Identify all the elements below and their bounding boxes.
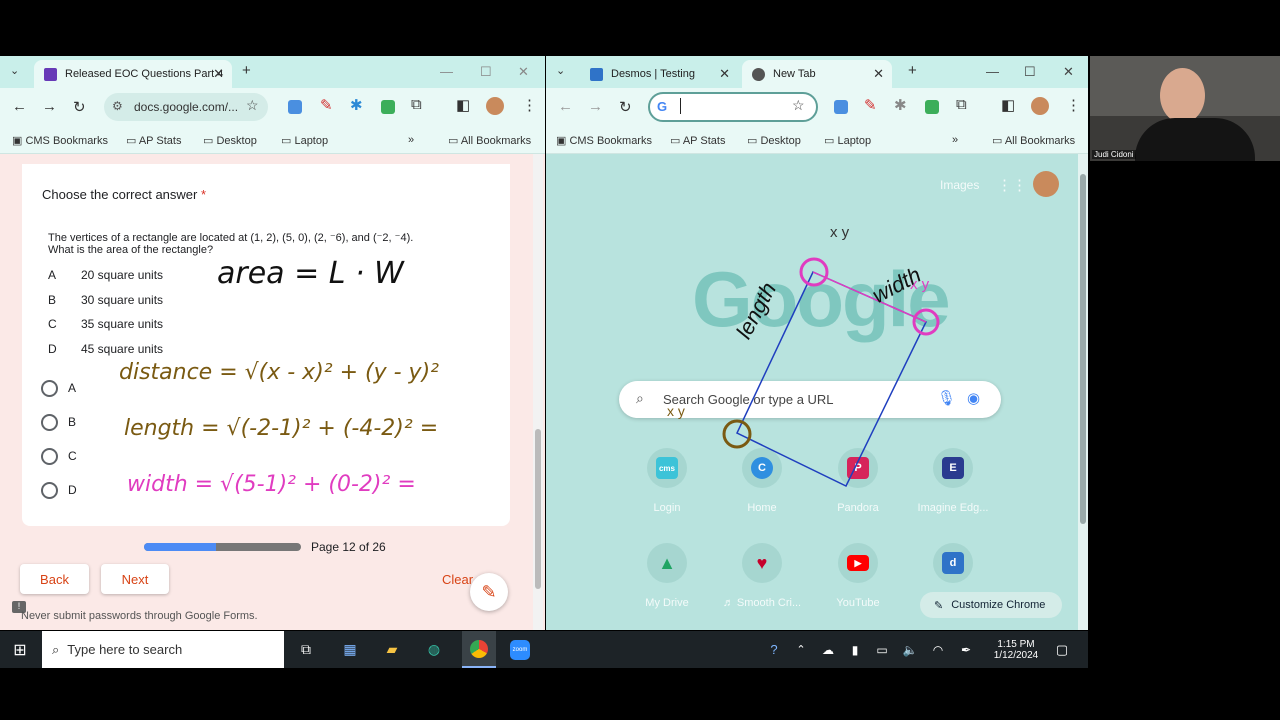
menu-dots-icon[interactable]: ⋮ [522,96,537,114]
download-extension-icon[interactable] [381,100,395,114]
xy-label-left: x y [667,403,685,419]
radio-option-b[interactable] [41,414,58,431]
bookmark-cms[interactable]: ▣ CMS Bookmarks [12,134,108,147]
bookmark-laptop[interactable]: ▭ Laptop [281,134,328,147]
left-scrollbar[interactable] [533,154,543,630]
radio-option-c[interactable] [41,448,58,465]
rectangle-sketch [722,257,940,488]
reload-icon[interactable]: ↻ [73,98,86,116]
choice-letter-c: C [48,317,57,331]
app-icon[interactable]: ▦ [334,631,366,668]
left-browser-window: ⌄ Released EOC Questions Part 4 ✕ + — ☐ … [0,56,545,630]
search-icon: ⌕ [52,641,60,657]
zoom-icon[interactable]: zoom [504,631,536,668]
right-browser-window: ⌄ Desmos | Testing ✕ New Tab ✕ + — ☐ ✕ ←… [546,56,1088,630]
file-explorer-icon[interactable]: ▰ [376,631,408,668]
page-indicator: Page 12 of 26 [311,540,386,554]
left-bookmarks-bar: ▣ CMS Bookmarks ▭ AP Stats ▭ Desktop ▭ L… [0,126,545,154]
handwriting-length: length = √(-2-1)² + (-4-2)² = [124,416,439,441]
choice-text-a: 20 square units [81,268,164,282]
back-button[interactable]: Back [20,564,89,594]
battery-icon[interactable]: ▭ [872,631,892,668]
tab-title: Released EOC Questions Part 4 [65,68,224,80]
windows-start-icon[interactable]: ⊞ [0,631,40,668]
clock-date: 1/12/2024 [993,649,1039,661]
minimize-icon[interactable]: — [440,64,453,79]
next-button[interactable]: Next [101,564,169,594]
taskbar-search[interactable]: ⌕ Type here to search [42,631,284,668]
handwriting-area: area = L · W [217,256,404,291]
left-tab-strip: ⌄ Released EOC Questions Part 4 ✕ + — ☐ … [0,56,545,88]
question-text-line2: What is the area of the rectangle? [48,244,214,256]
tab-search-icon[interactable]: ⌄ [10,64,19,77]
address-bar[interactable]: ⚙ docs.google.com/... ☆ [104,93,268,121]
choice-letter-a: A [48,268,57,282]
forward-arrow-icon[interactable]: → [42,98,57,115]
windows-taskbar: ⊞ ⌕ Type here to search ⧉ ▦ ▰ ◍ zoom ? ⌃… [0,631,1088,668]
handwriting-width: width = √(5-1)² + (0-2)² = [127,472,416,497]
participant-name: Judi Cidoni [1092,150,1136,159]
clock[interactable]: 1:15 PM 1/12/2024 [986,631,1046,668]
forms-icon [44,67,57,81]
notifications-icon[interactable]: ▢ [1050,631,1074,668]
onedrive-icon[interactable]: ☁ [818,631,838,668]
choice-text-b: 30 square units [81,293,164,307]
new-tab-icon[interactable]: + [242,62,251,79]
handwriting-distance: distance = √(x - x)² + (y - y)² [119,360,439,385]
edge-icon[interactable]: ◍ [418,631,450,668]
question-card: Choose the correct answer * The vertices… [22,164,510,526]
pen-extension-icon[interactable]: ✎ [320,96,333,114]
bookmark-ap-stats[interactable]: ▭ AP Stats [126,134,181,147]
radio-option-a[interactable] [41,380,58,397]
choice-text-c: 35 square units [81,317,164,331]
all-bookmarks[interactable]: ▭ All Bookmarks [448,134,531,147]
choice-letter-b: B [48,293,57,307]
choice-text-d: 45 square units [81,342,164,356]
bookmark-desktop[interactable]: ▭ Desktop [203,134,257,147]
radio-option-d[interactable] [41,482,58,499]
volume-icon[interactable]: 🔈 [900,631,920,668]
clock-time: 1:15 PM [997,638,1035,650]
edit-pencil-icon[interactable]: ✎ [470,573,508,611]
puzzle-icon[interactable]: ⧉ [411,96,422,113]
radio-label-c: C [68,449,77,463]
taskbar-search-placeholder: Type here to search [67,642,183,657]
webcam-video: Judi Cidoni [1090,56,1280,161]
tray-chevron-icon[interactable]: ⌃ [792,631,810,668]
back-arrow-icon[interactable]: ← [12,98,27,115]
xy-label-top: x y [830,224,850,241]
pen-icon[interactable]: ✒ [956,631,976,668]
close-window-icon[interactable]: ✕ [518,64,529,80]
wifi-icon[interactable]: ◠ [928,631,948,668]
password-warning: Never submit passwords through Google Fo… [21,610,258,622]
more-bookmarks-icon[interactable]: » [408,134,414,146]
radio-label-a: A [68,381,77,395]
clear-form-button[interactable]: Clear [442,572,473,587]
task-view-icon[interactable]: ⧉ [290,631,322,668]
radio-label-b: B [68,415,77,429]
left-toolbar: ← → ↻ ⚙ docs.google.com/... ☆ ✎ ✱ ⧉ ◧ ⋮ [0,88,545,126]
network-extension-icon[interactable]: ✱ [350,96,363,114]
question-heading: Choose the correct answer * [42,187,207,202]
radio-label-d: D [68,483,77,497]
choice-letter-d: D [48,342,57,356]
maximize-icon[interactable]: ☐ [480,64,492,80]
progress-fill [144,543,217,551]
site-info-icon[interactable]: ⚙ [112,99,123,113]
question-text-line1: The vertices of a rectangle are located … [48,232,414,244]
usb-icon[interactable]: ▮ [846,631,864,668]
url-text: docs.google.com/... [134,100,239,114]
avatar[interactable] [486,97,504,115]
chrome-taskbar-icon[interactable] [462,631,496,668]
side-panel-icon[interactable]: ◧ [456,96,470,114]
extension-icon[interactable] [288,100,302,114]
progress-track [144,543,301,551]
tab-forms[interactable]: Released EOC Questions Part 4 ✕ [34,60,232,88]
close-icon[interactable]: ✕ [213,66,224,82]
bookmark-star-icon[interactable]: ☆ [246,97,259,114]
help-icon[interactable]: ? [762,631,786,668]
